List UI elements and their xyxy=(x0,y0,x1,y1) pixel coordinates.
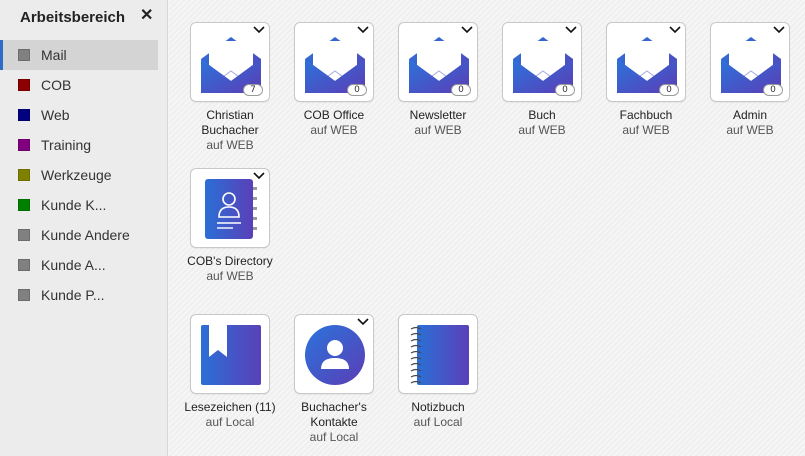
chevron-down-icon[interactable] xyxy=(252,25,266,35)
tile-location: auf Local xyxy=(309,430,359,444)
tile-name: Buch xyxy=(528,108,556,122)
sidebar-title: Arbeitsbereich xyxy=(20,8,126,26)
sidebar-item-mail[interactable]: Mail xyxy=(0,40,158,70)
chevron-down-icon[interactable] xyxy=(772,25,786,35)
sidebar-item-werkzeuge[interactable]: Werkzeuge xyxy=(0,160,167,190)
tile-icon-box[interactable]: 0 xyxy=(398,22,478,102)
notebook-tile[interactable]: Notizbuch auf Local xyxy=(388,314,488,430)
tile-icon-box[interactable]: 0 xyxy=(294,22,374,102)
tile-location: auf WEB xyxy=(206,269,254,283)
tile-icon-box[interactable]: 0 xyxy=(710,22,790,102)
tile-name: Lesezeichen (11) xyxy=(184,400,276,414)
sidebar-item-label: Kunde K... xyxy=(41,197,107,213)
unread-count-badge: 0 xyxy=(451,84,471,96)
color-swatch xyxy=(18,139,30,151)
tile-name: COB's Directory xyxy=(187,254,273,268)
tile-icon-box[interactable] xyxy=(190,168,270,248)
tile-location: auf WEB xyxy=(726,123,774,137)
tile-name: Admin xyxy=(732,108,767,122)
tile-name: Buchacher's Kontakte xyxy=(301,400,367,429)
unread-count-badge: 0 xyxy=(347,84,367,96)
tile-location: auf WEB xyxy=(622,123,670,137)
sidebar-item-label: Kunde A... xyxy=(41,257,106,273)
unread-count-badge: 0 xyxy=(763,84,783,96)
tile-location: auf WEB xyxy=(310,123,358,137)
color-swatch xyxy=(18,199,30,211)
contact-icon xyxy=(305,325,365,385)
color-swatch xyxy=(18,169,30,181)
sidebar-item-cob[interactable]: COB xyxy=(0,70,167,100)
mail-folder-tile[interactable]: 7 Christian Buchacher auf WEB xyxy=(180,22,280,153)
sidebar-item-label: Web xyxy=(41,107,70,123)
sidebar-item-web[interactable]: Web xyxy=(0,100,167,130)
mail-folder-tile[interactable]: 0 Admin auf WEB xyxy=(700,22,800,138)
sidebar-header: Arbeitsbereich ✕ xyxy=(0,0,167,34)
mail-folder-tile[interactable]: 0 COB Office auf WEB xyxy=(284,22,384,138)
tile-name: Fachbuch xyxy=(619,108,673,122)
tile-icon-box[interactable] xyxy=(190,314,270,394)
sidebar-item-training[interactable]: Training xyxy=(0,130,167,160)
sidebar-item-kunde-k[interactable]: Kunde K... xyxy=(0,190,167,220)
contacts-tile[interactable]: Buchacher's Kontakte auf Local xyxy=(284,314,384,445)
sidebar-item-label: Kunde P... xyxy=(41,287,105,303)
chevron-down-icon[interactable] xyxy=(564,25,578,35)
sidebar-item-label: Werkzeuge xyxy=(41,167,112,183)
unread-count-badge: 7 xyxy=(243,84,263,96)
chevron-down-icon[interactable] xyxy=(252,171,266,181)
sidebar: Arbeitsbereich ✕ Mail COB Web Training Werkz… xyxy=(0,0,168,456)
tile-icon-box[interactable]: 7 xyxy=(190,22,270,102)
color-swatch xyxy=(18,109,30,121)
mail-folder-tile[interactable]: 0 Newsletter auf WEB xyxy=(388,22,488,138)
color-swatch xyxy=(18,229,30,241)
tile-name: Christian Buchacher xyxy=(201,108,259,137)
tile-location: auf Local xyxy=(205,415,255,429)
tile-icon-box[interactable] xyxy=(398,314,478,394)
directory-tile[interactable]: COB's Directory auf WEB xyxy=(180,168,280,284)
sidebar-item-label: Kunde Andere xyxy=(41,227,130,243)
bookmarks-tile[interactable]: Lesezeichen (11) auf Local xyxy=(180,314,280,430)
unread-count-badge: 0 xyxy=(659,84,679,96)
mail-folder-tile[interactable]: 0 Buch auf WEB xyxy=(492,22,592,138)
tile-location: auf WEB xyxy=(414,123,462,137)
sidebar-item-kunde-p[interactable]: Kunde P... xyxy=(0,280,167,310)
chevron-down-icon[interactable] xyxy=(356,317,370,327)
sidebar-item-label: Mail xyxy=(41,47,67,63)
tile-location: auf WEB xyxy=(206,138,254,152)
notebook-icon xyxy=(410,325,469,385)
chevron-down-icon[interactable] xyxy=(460,25,474,35)
sidebar-item-kunde-a[interactable]: Kunde A... xyxy=(0,250,167,280)
sidebar-item-label: COB xyxy=(41,77,72,93)
tile-location: auf WEB xyxy=(518,123,566,137)
address-book-icon xyxy=(205,179,257,239)
tile-icon-box[interactable]: 0 xyxy=(606,22,686,102)
tile-icon-box[interactable] xyxy=(294,314,374,394)
tile-name: COB Office xyxy=(303,108,365,122)
mail-folder-tile[interactable]: 0 Fachbuch auf WEB xyxy=(596,22,696,138)
color-swatch xyxy=(18,259,30,271)
tile-name: Notizbuch xyxy=(411,400,465,414)
close-icon[interactable]: ✕ xyxy=(140,8,154,24)
color-swatch xyxy=(18,289,30,301)
tile-location: auf Local xyxy=(413,415,463,429)
chevron-down-icon[interactable] xyxy=(668,25,682,35)
sidebar-list: Mail COB Web Training Werkzeuge Kunde K... Kun… xyxy=(0,40,167,310)
sidebar-item-label: Training xyxy=(41,137,92,153)
color-swatch xyxy=(18,49,30,61)
tile-name: Newsletter xyxy=(409,108,467,122)
chevron-down-icon[interactable] xyxy=(356,25,370,35)
tile-icon-box[interactable]: 0 xyxy=(502,22,582,102)
color-swatch xyxy=(18,79,30,91)
workspace-area: 7 Christian Buchacher auf WEB 0 COB Office au… xyxy=(169,0,805,456)
unread-count-badge: 0 xyxy=(555,84,575,96)
bookmark-icon xyxy=(201,325,261,385)
sidebar-item-kunde-andere[interactable]: Kunde Andere xyxy=(0,220,167,250)
